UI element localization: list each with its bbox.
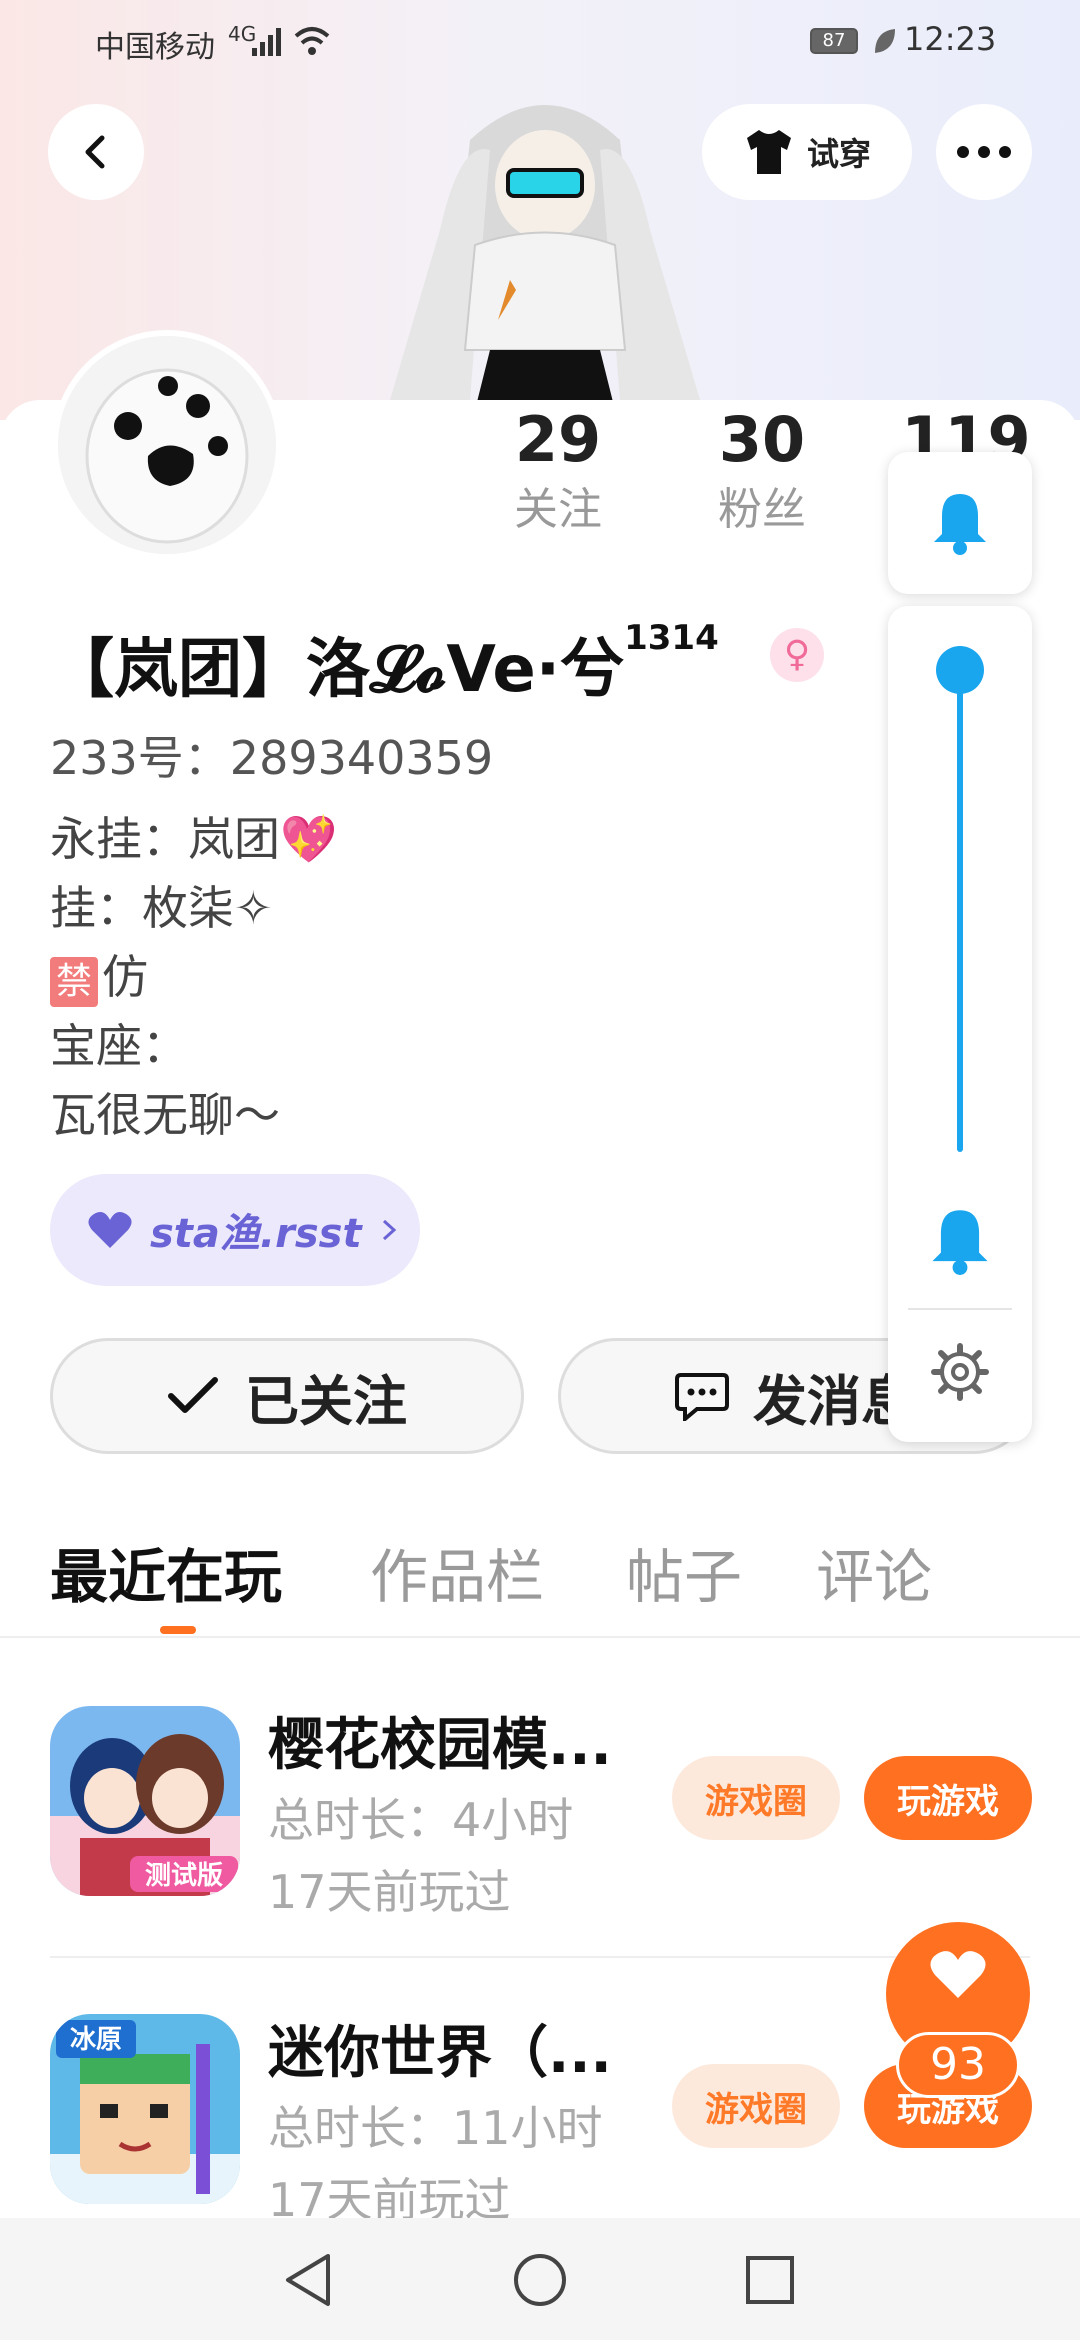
stat-number: 30 (718, 403, 806, 476)
game-badge: 冰原 (70, 2025, 122, 2055)
nav-home-icon[interactable] (512, 2252, 568, 2308)
gear-icon[interactable] (930, 1342, 990, 1402)
bell-icon (934, 494, 986, 555)
game-duration: 总时长：11小时 (268, 2101, 603, 2155)
game-badge: 测试版 (145, 1861, 223, 1891)
tab-posts[interactable]: 帖子 (626, 1530, 742, 1614)
game-icon-sakura-school: 测试版 (50, 1706, 240, 1896)
bio-line: 瓦很无聊～ (50, 1088, 280, 1142)
game-icon-image: 测试版 (50, 1706, 240, 1896)
avatar-character-image (390, 105, 700, 410)
status-bar: 中国移动 4G 87 12:23 (0, 0, 1080, 86)
play-game-button[interactable]: 玩游戏 (864, 1756, 1032, 1840)
chevron-right-icon (382, 1219, 396, 1241)
club-badge[interactable]: sta渔.rsst (50, 1174, 420, 1286)
bio-line-ban: 禁仿 (50, 943, 337, 1012)
heart-icon (88, 1212, 132, 1248)
game-icon-image: 冰原 (50, 2014, 240, 2204)
stat-following[interactable]: 29 关注 (478, 400, 638, 540)
avatar-image (58, 336, 276, 554)
try-on-label: 试穿 (806, 135, 871, 173)
tabs-divider (0, 1636, 1080, 1638)
game-icon-mini-world: 冰原 (50, 2014, 240, 2204)
ringer-mode-button[interactable] (888, 452, 1032, 594)
system-nav-bar (0, 2218, 1080, 2340)
signal-icon (252, 28, 281, 56)
game-circle-button[interactable]: 游戏圈 (672, 2064, 840, 2148)
tab-comments[interactable]: 评论 (816, 1530, 932, 1614)
nickname-superscript: 1314 (624, 618, 719, 658)
avatar[interactable] (52, 330, 282, 560)
clock: 12:23 (904, 20, 997, 58)
follow-button[interactable]: 已关注 (50, 1338, 524, 1454)
nav-back-icon[interactable] (282, 2252, 336, 2308)
power-saving-leaf-icon (875, 29, 895, 53)
club-name: sta渔.rsst (150, 1211, 362, 1257)
bio-line: 宝座： (50, 1019, 188, 1073)
checkmark-icon (168, 1377, 218, 1413)
row-divider (50, 1956, 1030, 1958)
back-arrow-icon (85, 135, 105, 169)
volume-panel (888, 606, 1032, 1442)
game-title: 樱花校园模... (268, 1713, 612, 1778)
game-duration: 总时长：4小时 (268, 1793, 574, 1847)
more-dots-icon (957, 146, 1011, 158)
nav-recent-apps-icon[interactable] (744, 2254, 796, 2306)
back-button[interactable] (48, 104, 144, 200)
wifi-icon (294, 27, 330, 55)
bio-line: 挂：枚柒✧ (50, 881, 273, 935)
game-circle-button[interactable]: 游戏圈 (672, 1756, 840, 1840)
stat-label: 关注 (514, 484, 602, 535)
heart-icon (930, 1951, 986, 1998)
more-options-button[interactable] (936, 104, 1032, 200)
bio-line-text: 仿 (102, 950, 149, 1004)
profile-tabs: 最近在玩 作品栏 帖子 评论 (0, 1530, 1080, 1640)
battery-indicator: 87 (810, 28, 858, 54)
ban-tag: 禁 (50, 957, 99, 1007)
volume-slider-thumb[interactable] (936, 646, 984, 694)
stat-followers[interactable]: 30 粉丝 (682, 400, 842, 540)
try-on-button[interactable]: 试穿 (702, 104, 912, 200)
game-last-played: 17天前玩过 (268, 1865, 511, 1919)
chat-bubble-icon (675, 1373, 729, 1421)
tab-works[interactable]: 作品栏 (370, 1530, 544, 1614)
tab-recently-played[interactable]: 最近在玩 (50, 1530, 282, 1614)
volume-divider (908, 1308, 1012, 1310)
nickname: 【岚团】洛𝓛𝓸Ve·兮1314 (50, 618, 719, 710)
tab-indicator (160, 1626, 196, 1634)
stat-number: 29 (514, 403, 602, 476)
carrier-label: 中国移动 (95, 30, 215, 65)
nickname-text: 【岚团】洛𝓛𝓸Ve·兮 (50, 633, 625, 707)
bio: 永挂：岚团💖 挂：枚柒✧ 禁仿 宝座： 瓦很无聊～ (50, 805, 337, 1150)
tshirt-icon (746, 130, 791, 174)
like-count: 93 (896, 2032, 1020, 2098)
bell-icon (932, 1210, 988, 1275)
volume-slider-track[interactable] (957, 666, 963, 1152)
game-title: 迷你世界（... (268, 2021, 612, 2086)
bio-line: 永挂：岚团💖 (50, 812, 338, 866)
user-id[interactable]: 233号：289340359 (50, 722, 493, 788)
female-gender-icon: ♀ (770, 628, 824, 682)
stat-label: 粉丝 (718, 484, 806, 535)
follow-label: 已关注 (245, 1369, 407, 1433)
